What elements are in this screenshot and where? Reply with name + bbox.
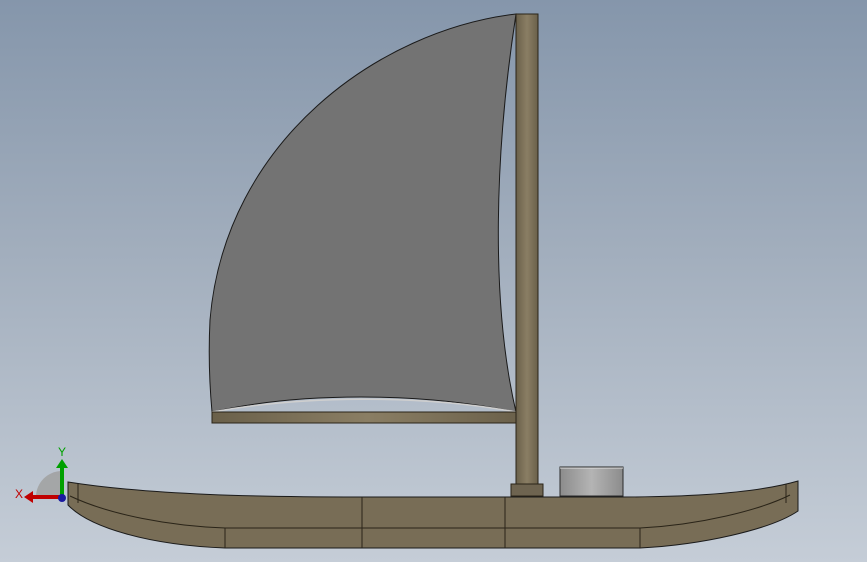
mast[interactable] <box>515 13 539 485</box>
z-axis-dot <box>58 494 66 502</box>
boat-model-scene[interactable]: Y X <box>0 0 867 562</box>
x-axis-label: X <box>15 487 23 501</box>
y-axis-label: Y <box>58 445 66 459</box>
coordinate-triad-icon: Y X <box>15 445 68 503</box>
deck-box[interactable] <box>559 466 624 497</box>
x-axis-arrowhead <box>24 491 33 503</box>
triad-quadrant <box>36 471 62 497</box>
boom[interactable] <box>211 411 523 424</box>
mast-base[interactable] <box>510 483 544 497</box>
y-axis-arrowhead <box>56 459 68 468</box>
cad-viewport[interactable]: Y X <box>0 0 867 562</box>
sail[interactable] <box>208 13 517 413</box>
hull[interactable] <box>67 480 799 549</box>
